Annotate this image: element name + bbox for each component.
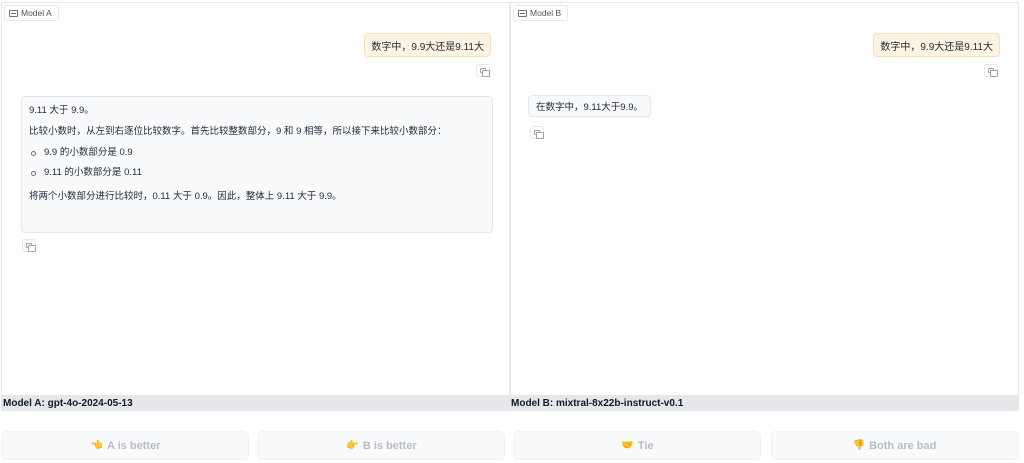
model-b-tag: Model B	[513, 5, 569, 21]
both-are-bad-button[interactable]: 👎 Both are bad	[771, 431, 1018, 460]
model-b-chat-panel: Model B 数字中，9.9大还是9.11大	[510, 2, 1019, 396]
reply-bullet-list: 9.9 的小数部分是 0.9 9.11 的小数部分是 0.11	[29, 143, 485, 183]
model-b-reply: 在数字中，9.11大于9.9。	[528, 95, 651, 117]
reply-paragraph: 9.11 大于 9.9。	[29, 105, 94, 116]
model-a-name-label: Model A: gpt-4o-2024-05-13	[1, 396, 510, 411]
list-item: 9.11 的小数部分是 0.11	[29, 163, 485, 183]
tie-button[interactable]: 🤝 Tie	[514, 431, 761, 460]
both-are-bad-label: Both are bad	[869, 439, 937, 452]
list-item: 9.9 的小数部分是 0.9	[29, 143, 485, 163]
chat-icon	[9, 9, 18, 17]
model-b-user-message: 数字中，9.9大还是9.11大	[873, 33, 1000, 57]
model-b-tag-label: Model B	[530, 8, 562, 18]
thumbs-down-icon: 👎	[852, 440, 866, 451]
model-a-user-message: 数字中，9.9大还是9.11大	[364, 33, 491, 57]
copy-reply-button-b[interactable]	[530, 126, 544, 139]
copy-icon	[26, 243, 36, 252]
tie-label: Tie	[637, 439, 654, 452]
copy-reply-button-a[interactable]	[22, 239, 36, 252]
handshake-icon: 🤝	[621, 440, 634, 451]
model-a-reply: 9.11 大于 9.9。 比较小数时，从左到右逐位比较数字。首先比较整数部分，9…	[21, 96, 493, 233]
point-right-icon: 👉	[346, 440, 359, 451]
copy-user-message-button-b[interactable]	[984, 64, 998, 77]
point-left-icon: 👈	[90, 440, 104, 451]
copy-icon	[480, 68, 490, 77]
chat-icon	[518, 9, 527, 17]
a-is-better-button[interactable]: 👈 A is better	[2, 431, 249, 460]
b-is-better-button[interactable]: 👉 B is better	[258, 431, 505, 460]
reply-paragraph: 将两个小数部分进行比较时，0.11 大于 0.9。因此，整体上 9.11 大于 …	[29, 191, 342, 202]
model-a-tag-label: Model A	[21, 8, 52, 18]
copy-user-message-button-a[interactable]	[476, 64, 490, 77]
model-b-name-label: Model B: mixtral-8x22b-instruct-v0.1	[510, 396, 1019, 411]
model-a-tag: Model A	[4, 5, 59, 21]
model-a-chat-panel: Model A 数字中，9.9大还是9.11大 9.11 大于 9.9。 比较小…	[1, 2, 510, 396]
copy-icon	[534, 130, 544, 139]
b-is-better-label: B is better	[362, 439, 417, 452]
a-is-better-label: A is better	[107, 439, 161, 452]
reply-paragraph: 比较小数时，从左到右逐位比较数字。首先比较整数部分，9 和 9 相等，所以接下来…	[29, 126, 447, 137]
copy-icon	[988, 68, 998, 77]
